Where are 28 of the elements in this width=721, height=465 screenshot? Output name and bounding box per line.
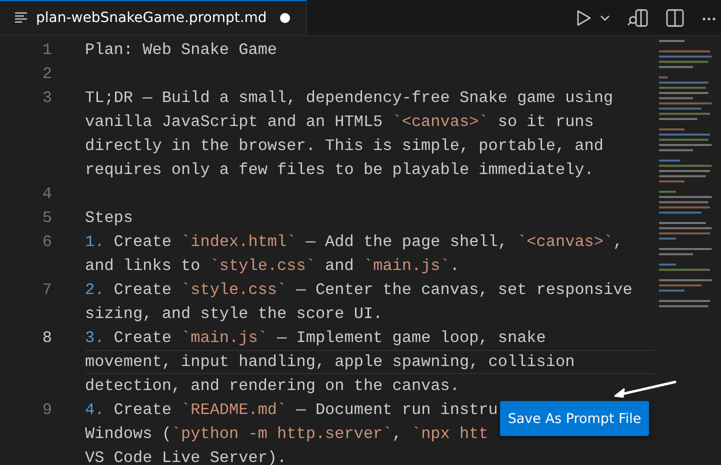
code-line: vanilla JavaScript and an HTML5 `<canvas>` so it runs	[85, 112, 594, 133]
code-line: VS Code Live Server).	[85, 448, 287, 465]
line-number: 1	[41, 40, 52, 61]
code-line: movement, input handling, apple spawning, collision	[85, 350, 655, 374]
line-number: 8	[41, 328, 52, 349]
code-line: Windows (`python -m http.server`, `npx htt	[85, 424, 488, 445]
line-number: 4	[41, 184, 52, 205]
save-as-prompt-file-button[interactable]: Save As Prompt File	[500, 401, 649, 436]
line-number: 6	[41, 232, 52, 253]
code-line: requires only a few files to be playable immediately.	[85, 160, 594, 181]
line-number: 3	[41, 88, 52, 109]
code-line: 2. Create `style.css` — Center the canvas, set responsive	[85, 280, 632, 301]
line-number: 9	[41, 400, 52, 421]
tab-title: plan-webSnakeGame.prompt.md	[36, 10, 268, 26]
code-line: Plan: Web Snake Game	[85, 40, 278, 61]
code-line: detection, and rendering on the canvas.	[85, 376, 460, 397]
code-line: 4. Create `README.md` — Document run instru	[85, 400, 498, 421]
editor-tab[interactable]: plan-webSnakeGame.prompt.md	[0, 0, 307, 35]
code-line: and links to `style.css` and `main.js`.	[85, 256, 460, 277]
code-line: 1. Create `index.html` — Add the page shell, `<canvas>`,	[85, 232, 623, 253]
line-number: 2	[41, 64, 52, 85]
line-number: 7	[41, 280, 52, 301]
code-line: directly in the browser. This is simple, portable, and	[85, 136, 604, 157]
code-line: TL;DR — Build a small, dependency-free Snake game using	[85, 88, 614, 109]
line-number: 5	[41, 208, 52, 229]
code-line: 3. Create `main.js` — Implement game loop, snake	[85, 328, 546, 349]
code-line: Steps	[85, 208, 134, 229]
code-line: sizing, and style the score UI.	[85, 304, 383, 325]
